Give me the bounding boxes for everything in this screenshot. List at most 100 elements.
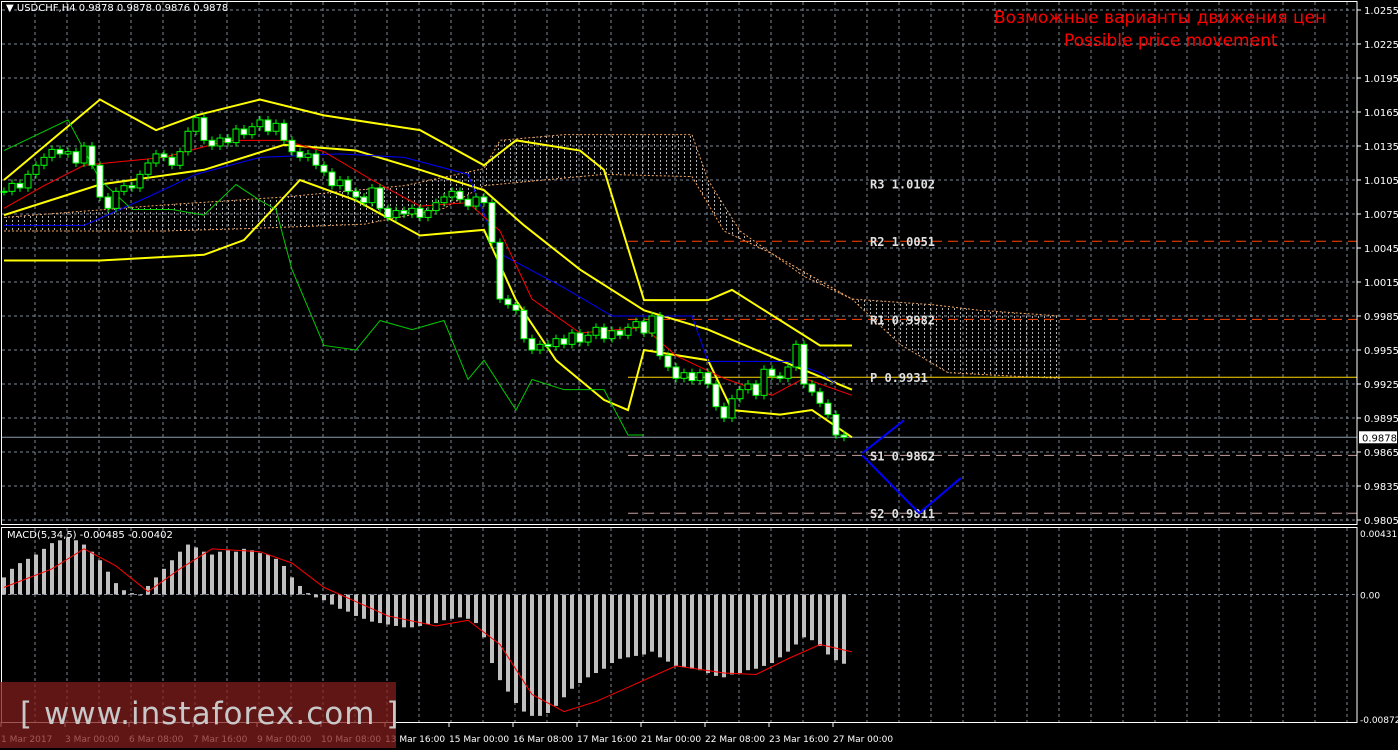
candle-body — [824, 402, 832, 416]
candle-body — [360, 196, 368, 204]
macd-bar — [626, 594, 630, 658]
macd-bar — [634, 594, 638, 656]
candle-body — [664, 355, 672, 368]
pivot-label-S1: S1 0.9862 — [870, 449, 935, 463]
y-tick-label: 1.0225 — [1364, 40, 1398, 51]
candle-body — [400, 210, 408, 215]
candle-body — [168, 156, 176, 166]
candle-body — [240, 128, 248, 136]
macd-bar — [186, 544, 190, 595]
macd-bar — [802, 594, 806, 638]
candle-body — [576, 332, 584, 343]
macd-bar — [330, 594, 334, 605]
candle-body — [800, 343, 808, 385]
candle-body — [728, 398, 736, 419]
macd-bar — [642, 594, 646, 655]
pivot-label-R3: R3 1.0102 — [870, 177, 935, 191]
macd-bar — [274, 558, 278, 595]
macd-bar — [458, 594, 462, 618]
macd-bar — [746, 594, 750, 671]
projection-line — [861, 419, 905, 454]
candle-body — [128, 185, 136, 189]
candle-body — [680, 372, 688, 379]
candle-body — [8, 182, 16, 192]
y-tick-label: 1.0135 — [1364, 142, 1398, 153]
macd-bar — [298, 585, 302, 595]
macd-label: MACD(5,34,5) -0.00485 -0.00402 — [7, 530, 173, 541]
projection-line — [861, 454, 962, 515]
macd-bar — [562, 594, 566, 698]
candle-body — [280, 122, 288, 141]
candle-body — [152, 153, 160, 164]
macd-bar — [498, 594, 502, 681]
macd-bar — [74, 540, 78, 595]
macd-bar — [706, 594, 710, 674]
y-tick-label: 1.0105 — [1364, 176, 1398, 187]
candle-body — [24, 173, 32, 189]
macd-bar — [114, 583, 118, 595]
candle-body — [144, 162, 152, 175]
macd-bar — [650, 594, 654, 652]
candle-body — [624, 326, 632, 336]
candle-body — [784, 366, 792, 379]
candle-body — [224, 137, 232, 144]
candle-body — [520, 309, 528, 340]
candle-body — [328, 171, 336, 187]
candle-body — [216, 137, 224, 147]
x-tick-label: 27 Mar 00:00 — [833, 735, 893, 745]
x-tick-label: 22 Mar 08:00 — [705, 735, 765, 745]
y-tick-label: 1.0015 — [1364, 278, 1398, 289]
candle-body — [776, 375, 784, 379]
candle-body — [136, 173, 144, 189]
watermark: [ www.instaforex.com ] — [0, 682, 400, 748]
price-chart[interactable]: R3 1.0102 R2 1.0051 R1 0.9982 P 0.9931 S1 0.… — [0, 0, 1398, 750]
macd-bar — [738, 594, 742, 674]
y-tick-label: 0.9835 — [1364, 482, 1398, 493]
price-frame — [1, 1, 1358, 525]
macd-bar — [10, 568, 14, 595]
macd-y-tick-label: -0.00872 — [1360, 716, 1398, 726]
macd-bar — [178, 551, 182, 595]
candle-body — [448, 190, 456, 198]
macd-bar — [618, 594, 622, 659]
macd-bar — [826, 594, 830, 655]
candle-body — [80, 145, 88, 164]
annotation-ru: Возможные варианты движения цен — [994, 8, 1327, 28]
macd-bar — [658, 594, 662, 658]
macd-bar — [426, 594, 430, 625]
candle-body — [536, 343, 544, 351]
pivot-label-R1: R1 0.9982 — [870, 313, 935, 327]
candle-body — [440, 196, 448, 204]
candle-body — [560, 338, 568, 345]
macd-bar — [530, 594, 534, 716]
y-tick-label: 1.0075 — [1364, 210, 1398, 221]
macd-bar — [26, 558, 30, 595]
macd-bar — [234, 551, 238, 595]
candle-body — [32, 164, 40, 175]
macd-bar — [66, 537, 70, 595]
macd-bar — [698, 594, 702, 671]
candle-body — [208, 139, 216, 147]
candle-body — [376, 187, 384, 209]
candle-body — [672, 366, 680, 379]
macd-bar — [490, 594, 494, 664]
candle-body — [704, 372, 712, 385]
candle-body — [752, 383, 760, 396]
macd-bar — [450, 594, 454, 619]
candle-body — [352, 190, 360, 198]
macd-bar — [578, 594, 582, 684]
macd-bar — [314, 594, 318, 598]
dropdown-triangle-icon[interactable]: ▼ — [6, 3, 14, 14]
candle-body — [840, 434, 848, 438]
y-tick-label: 0.9805 — [1364, 516, 1398, 527]
macd-bar — [570, 594, 574, 689]
macd-bar — [218, 551, 222, 595]
candle-body — [432, 202, 440, 212]
y-tick-label: 1.0255 — [1364, 6, 1398, 17]
candle-body — [272, 122, 280, 132]
candle-body — [480, 196, 488, 204]
macd-bar — [730, 594, 734, 675]
watermark-text: [ www.instaforex.com ] — [20, 696, 400, 732]
macd-bar — [242, 548, 246, 595]
macd-bar — [666, 594, 670, 662]
